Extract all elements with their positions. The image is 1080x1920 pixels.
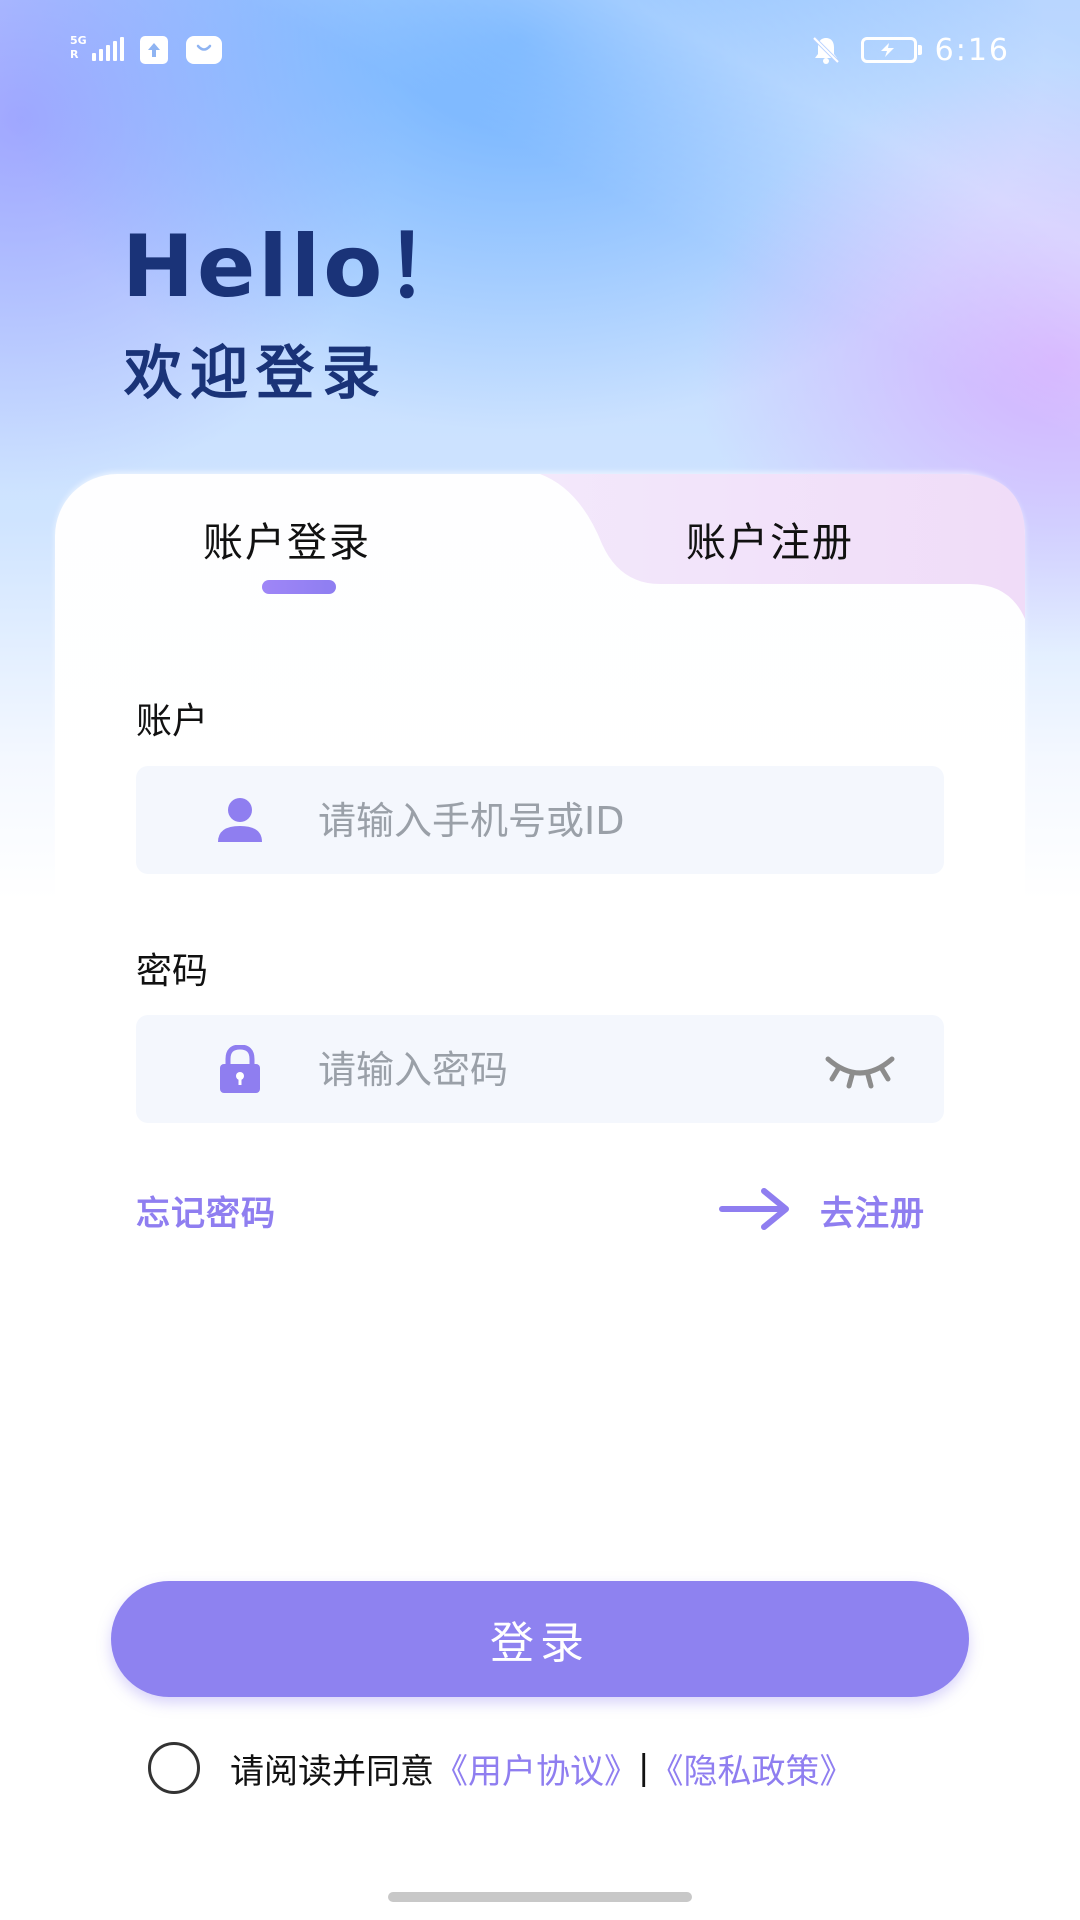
user-icon	[218, 798, 262, 842]
go-register-link[interactable]: 去注册	[820, 1186, 925, 1235]
account-input[interactable]	[316, 790, 820, 852]
tab-account-register[interactable]: 账户注册	[686, 510, 854, 568]
user-agreement-link[interactable]: 《用户协议》	[434, 1744, 638, 1793]
status-time: 6:16	[934, 32, 1010, 68]
login-button[interactable]: 登录	[111, 1581, 969, 1697]
eye-closed-icon[interactable]	[824, 1047, 896, 1091]
hello-title: Hello！	[122, 217, 475, 317]
bell-mute-icon	[812, 36, 840, 64]
lock-icon	[220, 1045, 260, 1093]
tab-account-login[interactable]: 账户登录	[203, 510, 371, 568]
password-label: 密码	[136, 951, 209, 992]
account-field	[136, 766, 944, 874]
forgot-password-link[interactable]: 忘记密码	[136, 1186, 276, 1235]
welcome-subtitle: 欢迎登录	[124, 339, 389, 407]
battery-icon	[860, 37, 922, 63]
password-field	[136, 1015, 944, 1123]
status-left: 5G R	[70, 32, 222, 68]
signal-icon: 5G R	[70, 34, 124, 65]
agreement-separator: |	[638, 1748, 650, 1788]
agree-radio[interactable]	[148, 1742, 200, 1794]
network-type: 5G	[70, 34, 87, 47]
agreement-row: 请阅读并同意 《用户协议》 | 《隐私政策》	[148, 1740, 853, 1796]
arrow-right-icon[interactable]	[718, 1186, 792, 1232]
password-input[interactable]	[316, 1039, 820, 1101]
account-label: 账户	[136, 701, 209, 742]
status-right: 6:16	[809, 30, 1010, 70]
status-bar: 5G R 6:16	[0, 0, 1080, 100]
network-sub: R	[70, 48, 79, 61]
shopping-bag-icon	[186, 36, 222, 64]
privacy-policy-link[interactable]: 《隐私政策》	[649, 1744, 853, 1793]
upload-icon	[140, 36, 168, 64]
agreement-prefix: 请阅读并同意	[230, 1751, 434, 1792]
active-tab-indicator	[262, 580, 336, 594]
home-indicator[interactable]	[388, 1892, 692, 1902]
